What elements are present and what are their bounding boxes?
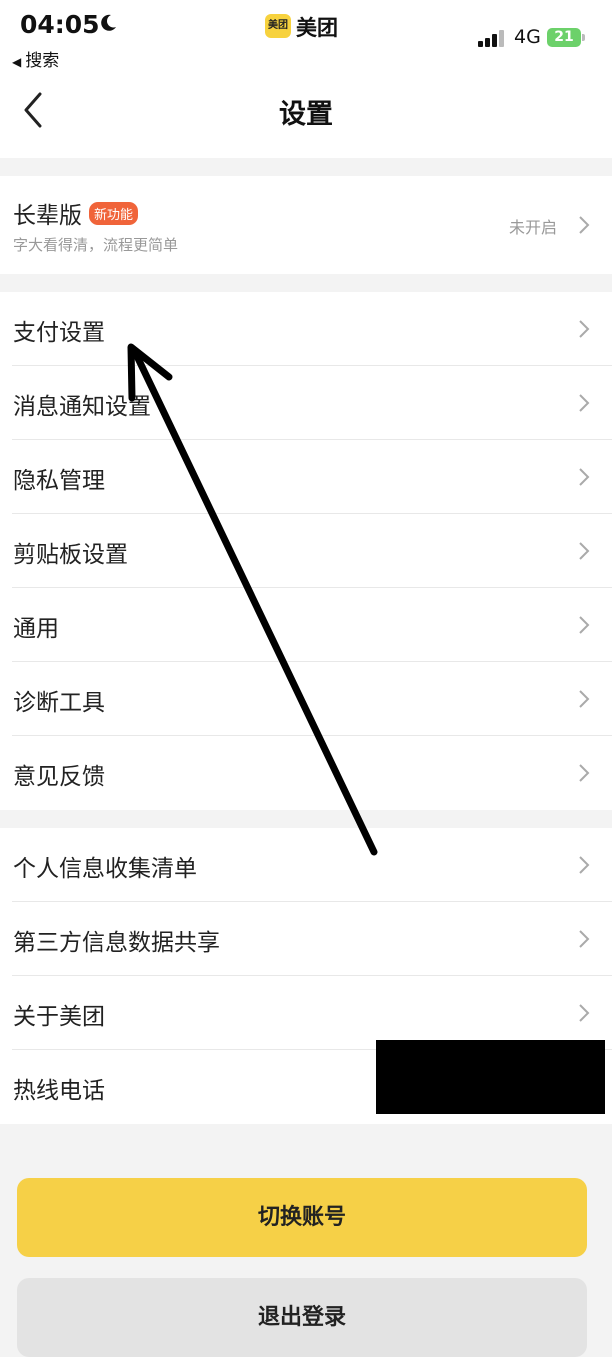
status-time: 04:05 xyxy=(20,10,100,39)
elder-mode-label: 长辈版 新功能 xyxy=(13,196,139,230)
page-title: 设置 xyxy=(279,99,333,130)
list-item-general[interactable]: 通用 xyxy=(0,588,612,662)
app-name: 美团 xyxy=(296,16,338,40)
chevron-right-icon xyxy=(579,1004,590,1022)
meituan-logo: 美团 xyxy=(265,14,291,38)
list-item-privacy[interactable]: 隐私管理 xyxy=(0,440,612,514)
list-item-label: 热线电话 xyxy=(13,1078,105,1104)
moon-icon xyxy=(101,14,116,31)
list-item-label: 消息通知设置 xyxy=(13,394,151,420)
settings-group-1: 支付设置 消息通知设置 隐私管理 剪贴板设置 通用 诊断工具 意见反馈 xyxy=(0,292,612,810)
list-item-label: 支付设置 xyxy=(13,320,105,346)
chevron-right-icon xyxy=(579,690,590,708)
list-item-notification-settings[interactable]: 消息通知设置 xyxy=(0,366,612,440)
chevron-right-icon xyxy=(579,764,590,782)
new-feature-badge: 新功能 xyxy=(89,202,139,225)
list-item-feedback[interactable]: 意见反馈 xyxy=(0,736,612,810)
chevron-right-icon xyxy=(579,394,590,412)
elder-mode-row[interactable]: 长辈版 新功能 字大看得清，流程更简单 未开启 xyxy=(0,176,612,274)
chevron-right-icon xyxy=(579,468,590,486)
chevron-right-icon xyxy=(579,542,590,560)
list-item-label: 通用 xyxy=(13,616,59,642)
cellular-signal-icon xyxy=(478,29,506,47)
redaction-box xyxy=(376,1040,605,1114)
list-item-label: 个人信息收集清单 xyxy=(13,856,197,882)
chevron-right-icon xyxy=(579,930,590,948)
list-item-label: 诊断工具 xyxy=(13,690,105,716)
chevron-right-icon xyxy=(579,320,590,338)
list-item-label: 意见反馈 xyxy=(13,764,105,790)
back-to-app-link[interactable]: ◀ 搜索 xyxy=(12,46,59,71)
back-triangle-icon: ◀ xyxy=(12,55,22,69)
elder-mode-section: 长辈版 新功能 字大看得清，流程更简单 未开启 xyxy=(0,176,612,274)
status-bar: 04:05 ◀ 搜索 美团 美团 4G 21 xyxy=(0,0,612,71)
list-item-label: 隐私管理 xyxy=(13,468,105,494)
chevron-right-icon xyxy=(579,216,590,234)
list-item-label: 关于美团 xyxy=(13,1004,105,1030)
list-item-payment-settings[interactable]: 支付设置 xyxy=(0,292,612,366)
switch-account-button[interactable]: 切换账号 xyxy=(17,1178,587,1257)
chevron-right-icon xyxy=(579,616,590,634)
list-item-personal-info-list[interactable]: 个人信息收集清单 xyxy=(0,828,612,902)
list-item-clipboard-settings[interactable]: 剪贴板设置 xyxy=(0,514,612,588)
list-item-third-party-sharing[interactable]: 第三方信息数据共享 xyxy=(0,902,612,976)
elder-mode-description: 字大看得清，流程更简单 xyxy=(13,236,179,254)
network-type: 4G xyxy=(514,26,541,48)
battery-icon: 21 xyxy=(547,28,585,47)
list-item-label: 第三方信息数据共享 xyxy=(13,930,220,956)
list-item-diagnostic-tools[interactable]: 诊断工具 xyxy=(0,662,612,736)
back-app-label: 搜索 xyxy=(25,51,60,71)
list-item-about-meituan[interactable]: 关于美团 xyxy=(0,976,612,1050)
header: 04:05 ◀ 搜索 美团 美团 4G 21 设置 xyxy=(0,0,612,158)
list-item-label: 剪贴板设置 xyxy=(13,542,128,568)
elder-mode-status: 未开启 xyxy=(508,218,557,237)
chevron-right-icon xyxy=(579,856,590,874)
